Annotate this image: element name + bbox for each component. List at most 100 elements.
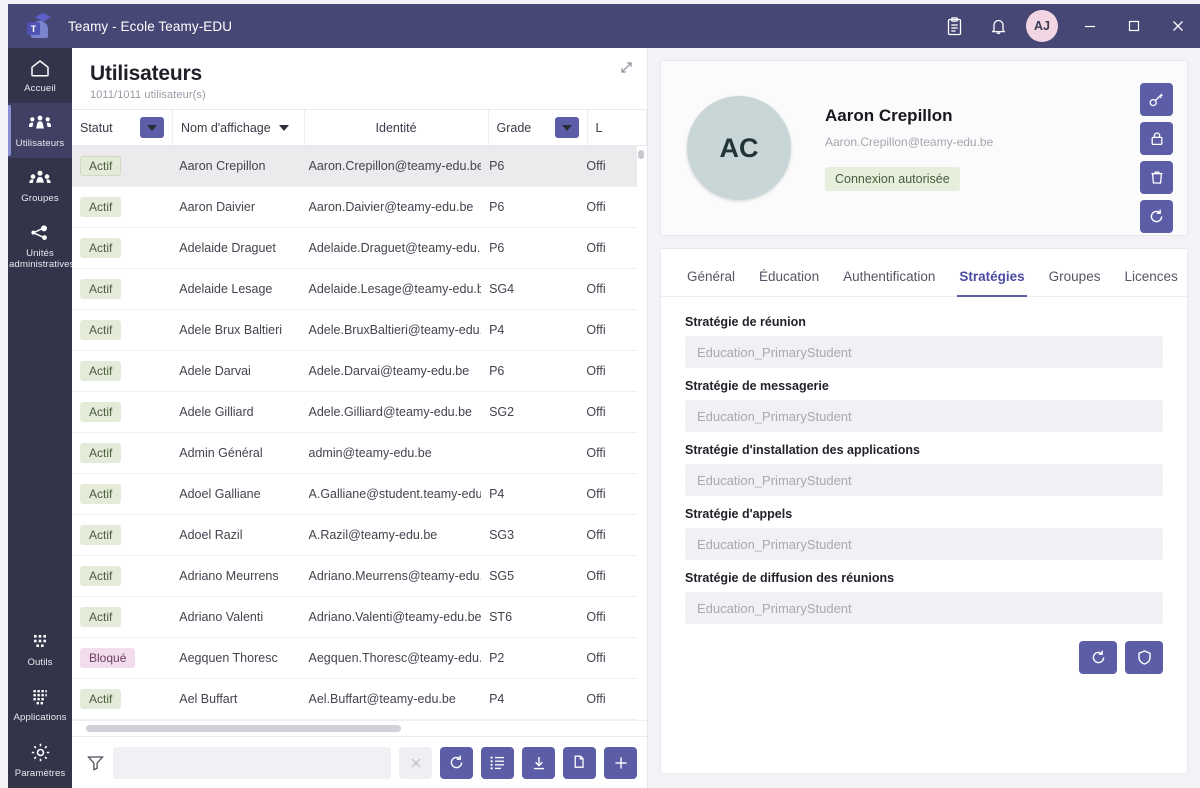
cell-licence: Offi (586, 241, 606, 255)
status-badge: Bloqué (80, 648, 136, 668)
filter-statut-button[interactable] (139, 117, 164, 138)
sort-desc-icon[interactable] (278, 124, 289, 131)
minimize-button[interactable] (1068, 4, 1112, 48)
table-row[interactable]: Actif Adele Darvai Adele.Darvai@teamy-edu.… (72, 351, 637, 392)
bell-icon[interactable] (976, 4, 1020, 48)
apply-policies-button[interactable] (1125, 641, 1163, 674)
maximize-button[interactable] (1112, 4, 1156, 48)
table-row[interactable]: Actif Adele Brux Baltieri Adele.BruxBaltie… (72, 310, 637, 351)
policy-field-input[interactable] (685, 528, 1163, 560)
title-bar-actions: AJ (932, 4, 1200, 48)
table-row[interactable]: Actif Adriano Valenti Adriano.Valenti@team… (72, 597, 637, 638)
refresh-button[interactable] (440, 746, 473, 779)
cell-licence: Offi (586, 692, 606, 706)
policy-field: Stratégie d'appels (685, 507, 1163, 560)
cell-licence: Offi (586, 364, 606, 378)
policy-field-input[interactable] (685, 336, 1163, 368)
table-row[interactable]: Actif Adoel Galliane A.Galliane@student.te… (72, 474, 637, 515)
table-row[interactable]: Actif Adriano Meurrens Adriano.Meurrens@te… (72, 556, 637, 597)
sidebar-item-outils[interactable]: Outils (8, 622, 72, 677)
table-vertical-scrollbar[interactable] (637, 146, 645, 720)
policy-field-input[interactable] (685, 592, 1163, 624)
download-button[interactable] (522, 746, 555, 779)
sidebar-item-applications[interactable]: Applications (8, 677, 72, 732)
cell-nom: Adriano Valenti (179, 610, 264, 624)
close-button[interactable] (1156, 4, 1200, 48)
reset-password-button[interactable] (1140, 83, 1173, 116)
table-row[interactable]: Actif Adele Gilliard Adele.Gilliard@teamy-… (72, 392, 637, 433)
sidebar-item-parametres[interactable]: Paramètres (8, 732, 72, 788)
tab-licences[interactable]: Licences (1112, 269, 1187, 296)
expand-diagonal-icon[interactable] (613, 54, 639, 80)
reload-policies-button[interactable] (1079, 641, 1117, 674)
tab-bar: Général Éducation Authentification Stratégi… (661, 249, 1187, 297)
policy-field-input[interactable] (685, 464, 1163, 496)
sidebar-item-unites-administratives[interactable]: Unités administratives (8, 213, 74, 279)
user-avatar: AC (687, 96, 791, 200)
block-account-button[interactable] (1140, 122, 1173, 155)
column-header-statut[interactable]: Statut (72, 110, 173, 145)
refresh-user-button[interactable] (1140, 200, 1173, 233)
page-title: Utilisateurs (90, 62, 202, 85)
policy-field-input[interactable] (685, 400, 1163, 432)
list-view-button[interactable] (481, 746, 514, 779)
app-window: T Teamy - Ecole Teamy-EDU AJ Accueil Uti… (0, 0, 1200, 788)
status-badge: Actif (80, 402, 122, 422)
clear-search-button[interactable] (399, 746, 432, 779)
table-row[interactable]: Actif Adoel Razil A.Razil@teamy-edu.be SG3 O… (72, 515, 637, 556)
tab-g-n-ral[interactable]: Général (675, 269, 747, 296)
tab-groupes[interactable]: Groupes (1037, 269, 1113, 296)
table-row[interactable]: Actif Aaron Crepillon Aaron.Crepillon@team… (72, 146, 637, 187)
cell-grade: P4 (489, 323, 505, 337)
column-header-grade[interactable]: Grade (489, 110, 588, 145)
sidebar-item-accueil[interactable]: Accueil (8, 48, 72, 103)
tab-strat-gies[interactable]: Stratégies (947, 269, 1036, 297)
sidebar-item-label: Paramètres (14, 768, 66, 779)
delete-user-button[interactable] (1140, 161, 1173, 194)
user-tabs-card: Général Éducation Authentification Stratégi… (660, 248, 1188, 774)
copy-button[interactable] (563, 746, 596, 779)
cell-nom: Adele Brux Baltieri (179, 323, 283, 337)
cell-licence: Offi (586, 487, 606, 501)
column-header-identite[interactable]: Identité (305, 110, 489, 145)
clipboard-icon[interactable] (932, 4, 976, 48)
status-badge: Actif (80, 443, 122, 463)
cell-grade: P4 (489, 487, 505, 501)
user-name: Aaron Crepillon (825, 105, 953, 125)
column-header-nom-affichage[interactable]: Nom d'affichage (173, 110, 305, 145)
cell-licence: Offi (586, 323, 606, 337)
table-row[interactable]: Actif Ael Buffart Ael.Buffart@teamy-edu.be… (72, 679, 637, 720)
main-area: Utilisateurs 1011/1011 utilisateur(s) St… (72, 48, 1200, 788)
tab-panel-strategies: Stratégie de réunion Stratégie de message… (661, 297, 1187, 773)
status-badge: Actif (80, 197, 122, 217)
cell-licence: Offi (586, 405, 606, 419)
cell-statut: Actif (72, 197, 171, 217)
policy-field: Stratégie d'installation des application… (685, 443, 1163, 496)
column-label: Statut (80, 120, 113, 135)
sidebar-item-label: Outils (27, 657, 53, 668)
funnel-icon[interactable] (86, 753, 105, 772)
table-row[interactable]: Actif Adelaide Draguet Adelaide.Draguet@te… (72, 228, 637, 269)
sidebar-item-utilisateurs[interactable]: Utilisateurs (8, 103, 72, 158)
table-horizontal-scrollbar[interactable] (72, 720, 647, 736)
tab-authentification[interactable]: Authentification (831, 269, 947, 296)
cell-grade: SG2 (489, 405, 515, 419)
cell-statut: Actif (72, 607, 171, 627)
avatar[interactable]: AJ (1026, 10, 1058, 42)
sidebar-item-label: Groupes (21, 193, 59, 204)
cell-statut: Actif (72, 320, 171, 340)
table-row[interactable]: Actif Adelaide Lesage Adelaide.Lesage@team… (72, 269, 637, 310)
cell-grade: P6 (489, 364, 505, 378)
sidebar-item-groupes[interactable]: Groupes (8, 158, 72, 213)
filter-grade-button[interactable] (554, 117, 579, 138)
add-user-button[interactable] (604, 746, 637, 779)
table-row[interactable]: Bloqué Aegquen Thoresc Aegquen.Thoresc@tea… (72, 638, 637, 679)
search-input[interactable] (113, 746, 391, 779)
cell-statut: Actif (72, 689, 171, 709)
table-row[interactable]: Actif Admin Général admin@teamy-edu.be Offi (72, 433, 637, 474)
table-row[interactable]: Actif Aaron Daivier Aaron.Daivier@teamy-ed… (72, 187, 637, 228)
column-header-licence[interactable]: L (588, 110, 647, 145)
cell-nom: Admin Général (179, 446, 263, 460)
tab--ducation[interactable]: Éducation (747, 269, 831, 296)
user-identity-text: Aaron Crepillon Aaron.Crepillon@teamy-ed… (825, 106, 993, 191)
